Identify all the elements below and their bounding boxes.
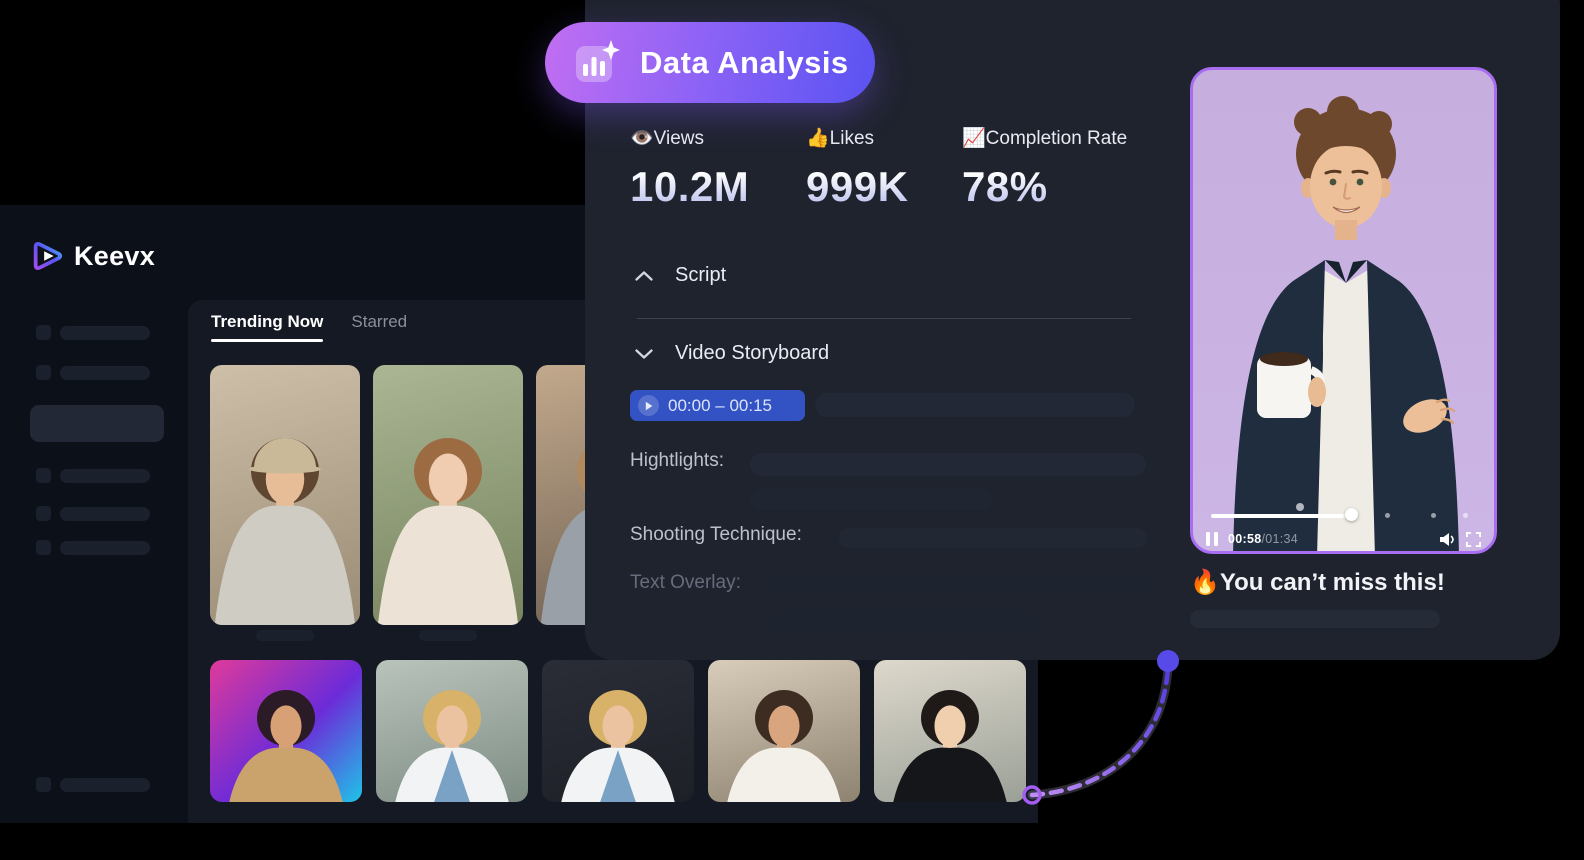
video-player[interactable]: 00:58/01:34	[1190, 67, 1497, 554]
person-illustration	[210, 660, 362, 802]
sidebar-item-placeholder	[60, 541, 150, 555]
storyboard-section-header[interactable]: Video Storyboard	[635, 342, 829, 365]
thumbs-up-icon: 👍	[806, 128, 830, 149]
fullscreen-button[interactable]	[1466, 532, 1481, 547]
sidebar-item-placeholder	[60, 469, 150, 483]
thumbnail-caption-placeholder	[256, 630, 314, 641]
keevx-logo-icon	[30, 237, 64, 275]
chevron-down-icon	[635, 349, 653, 359]
stat-views: 👁️Views 10.2M	[630, 126, 749, 211]
sidebar-item-icon	[36, 506, 51, 521]
data-analysis-badge[interactable]: Data Analysis	[545, 22, 875, 103]
sidebar-item[interactable]	[36, 540, 150, 555]
stat-likes-value: 999K	[806, 163, 908, 211]
stat-completion-rate-value: 78%	[962, 163, 1127, 211]
sidebar-item-placeholder	[60, 366, 150, 380]
video-time: 00:58/01:34	[1228, 532, 1298, 546]
fullscreen-icon	[1466, 532, 1481, 547]
placeholder-bar	[1190, 610, 1440, 628]
sidebar-item[interactable]	[36, 777, 150, 792]
sidebar-item[interactable]	[36, 365, 150, 380]
pause-button[interactable]	[1206, 532, 1218, 546]
sidebar-item-icon	[36, 325, 51, 340]
video-thumbnail-man-in-cap[interactable]	[210, 365, 360, 625]
presenter-illustration	[1193, 70, 1497, 554]
thumbnail-caption-placeholder	[419, 630, 477, 641]
storyboard-section-label: Video Storyboard	[675, 342, 829, 365]
script-section-header[interactable]: Script	[635, 264, 726, 287]
video-thumbnail-woman-living-room[interactable]	[708, 660, 860, 802]
person-illustration	[874, 660, 1026, 802]
video-duration: 01:34	[1265, 532, 1298, 546]
field-label-highlights: Hightlights:	[630, 450, 724, 472]
video-caption: 🔥You can’t miss this!	[1190, 568, 1445, 597]
sidebar-item-placeholder	[60, 326, 150, 340]
stat-completion-rate-label: 📈Completion Rate	[962, 126, 1127, 150]
placeholder-bar	[750, 453, 1146, 476]
video-thumbnail-woman-neon-gaming-room[interactable]	[210, 660, 362, 802]
sidebar-item-placeholder	[60, 778, 150, 792]
video-progress-bar[interactable]	[1211, 514, 1352, 518]
video-controls: 00:58/01:34	[1193, 526, 1494, 552]
placeholder-bar	[750, 488, 993, 510]
progress-marker-dot	[1296, 503, 1304, 511]
placeholder-bar	[815, 393, 1135, 417]
volume-button[interactable]	[1439, 532, 1456, 547]
sidebar-item[interactable]	[36, 506, 150, 521]
script-section-label: Script	[675, 264, 726, 287]
chart-increasing-icon: 📈	[962, 128, 986, 149]
sidebar-item-placeholder	[60, 507, 150, 521]
sidebar-item-icon	[36, 468, 51, 483]
person-illustration	[542, 660, 694, 802]
field-label-text-overlay: Text Overlay:	[630, 572, 741, 594]
play-icon	[638, 395, 659, 416]
stat-views-label: 👁️Views	[630, 126, 749, 150]
section-divider	[637, 318, 1131, 319]
chevron-up-icon	[635, 271, 653, 281]
person-illustration	[708, 660, 860, 802]
progress-dot	[1431, 513, 1436, 518]
placeholder-bar	[771, 576, 1147, 594]
sidebar-item-icon	[36, 540, 51, 555]
sidebar-item-icon	[36, 365, 51, 380]
stat-likes-label: 👍Likes	[806, 126, 908, 150]
volume-icon	[1439, 532, 1456, 547]
placeholder-bar	[771, 612, 1039, 633]
tab-bar: Trending Now Starred	[211, 312, 407, 342]
person-illustration	[373, 365, 523, 625]
stat-views-value: 10.2M	[630, 163, 749, 211]
sidebar-item-active[interactable]	[30, 405, 164, 442]
sidebar-item[interactable]	[36, 468, 150, 483]
progress-handle[interactable]	[1345, 508, 1358, 521]
video-thumbnail-doctor-studio[interactable]	[542, 660, 694, 802]
sidebar-item[interactable]	[36, 325, 150, 340]
tab-starred[interactable]: Starred	[351, 312, 407, 342]
progress-dot	[1385, 513, 1390, 518]
eye-icon: 👁️	[630, 128, 654, 149]
video-thumbnail-doctor-in-hallway[interactable]	[376, 660, 528, 802]
placeholder-bar	[839, 528, 1147, 548]
badge-label: Data Analysis	[640, 45, 849, 81]
field-label-shooting-technique: Shooting Technique:	[630, 524, 802, 546]
video-thumbnail-young-woman-plants[interactable]	[373, 365, 523, 625]
storyboard-clip-chip[interactable]: 00:00 – 00:15	[630, 390, 805, 421]
brand-name: Keevx	[74, 241, 155, 272]
page: Keevx Trending Now Starred 👁️Views 10	[0, 0, 1584, 860]
clip-time-range: 00:00 – 00:15	[668, 396, 772, 416]
stat-likes: 👍Likes 999K	[806, 126, 908, 211]
video-thumbnail-woman-at-desk[interactable]	[874, 660, 1026, 802]
stat-completion-rate: 📈Completion Rate 78%	[962, 126, 1127, 211]
keevx-logo[interactable]: Keevx	[30, 237, 155, 275]
bar-chart-sparkle-icon	[573, 39, 620, 86]
progress-dot	[1463, 513, 1468, 518]
sidebar-item-icon	[36, 777, 51, 792]
tab-trending-now[interactable]: Trending Now	[211, 312, 323, 342]
person-illustration	[376, 660, 528, 802]
current-time: 00:58	[1228, 532, 1261, 546]
person-illustration	[210, 365, 360, 625]
